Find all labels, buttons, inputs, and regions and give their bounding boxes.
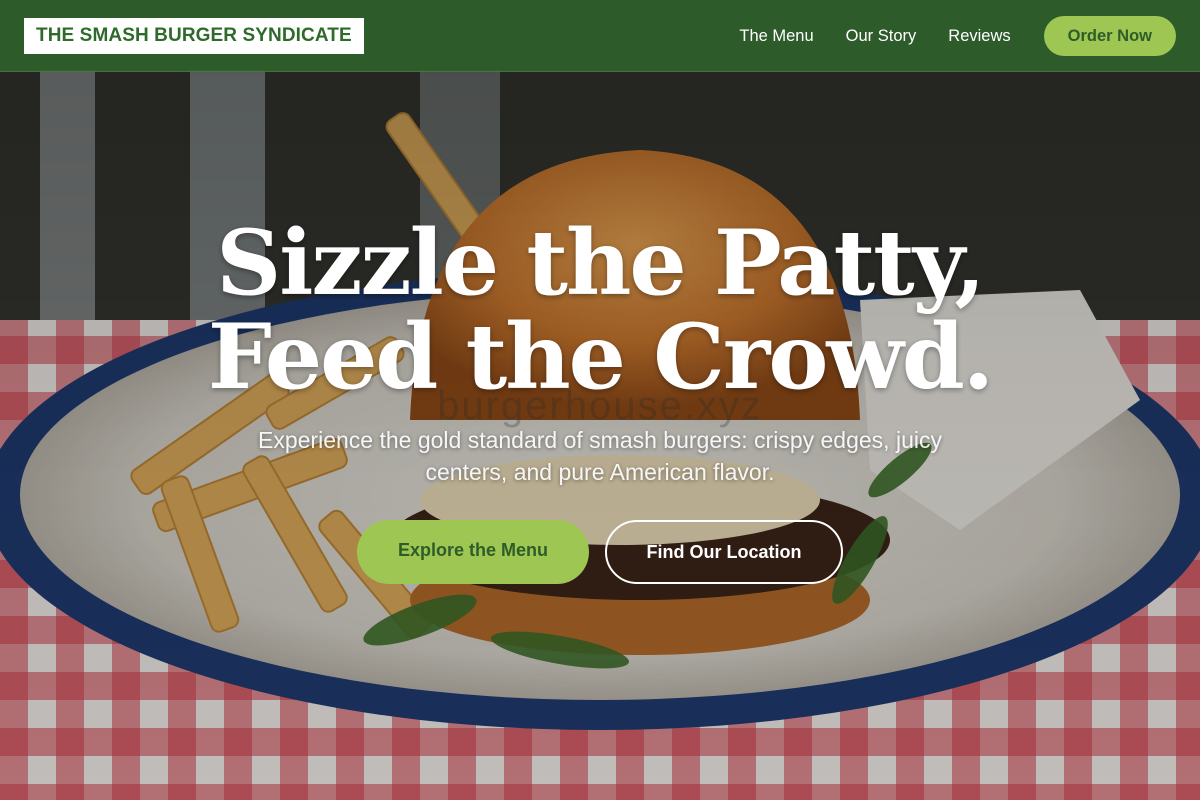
nav-link-reviews[interactable]: Reviews (948, 27, 1010, 46)
nav-link-the-menu[interactable]: The Menu (739, 27, 813, 46)
hero-headline-line-2: Feed the Crowd. (207, 304, 994, 410)
nav-link-our-story[interactable]: Our Story (846, 27, 917, 46)
hero-subtitle: Experience the gold standard of smash bu… (258, 427, 942, 485)
brand-logo[interactable]: THE SMASH BURGER SYNDICATE (24, 18, 364, 54)
hero-headline: Sizzle the Patty, Feed the Crowd. (0, 216, 1200, 404)
main-nav: The Menu Our Story Reviews Order Now (739, 16, 1176, 56)
hero-headline-line-1: Sizzle the Patty, (216, 210, 986, 316)
site-header: THE SMASH BURGER SYNDICATE The Menu Our … (0, 0, 1200, 72)
find-location-button[interactable]: Find Our Location (605, 520, 843, 584)
explore-menu-button[interactable]: Explore the Menu (357, 520, 589, 584)
order-now-button[interactable]: Order Now (1043, 16, 1176, 56)
hero-cta-row: Explore the Menu Find Our Location (0, 520, 1200, 584)
